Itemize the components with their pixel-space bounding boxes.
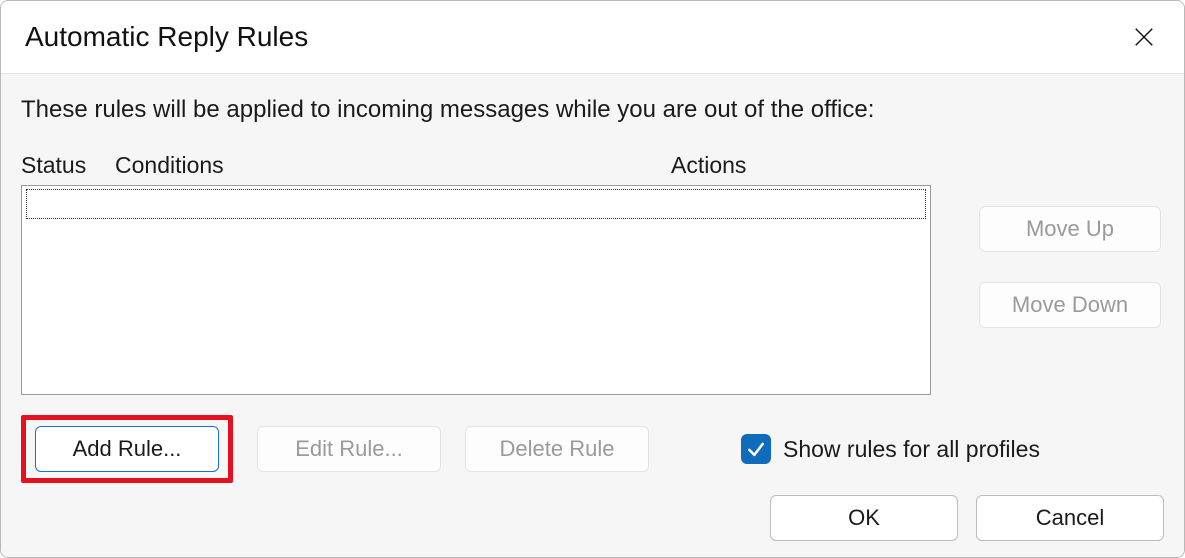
ok-button[interactable]: OK — [770, 495, 958, 541]
show-all-checkbox-label: Show rules for all profiles — [783, 436, 1040, 463]
edit-rule-button[interactable]: Edit Rule... — [257, 426, 441, 472]
rule-action-row: Add Rule... Edit Rule... Delete Rule Sho… — [21, 415, 1164, 483]
rules-column: Status Conditions Actions — [21, 152, 931, 395]
show-all-checkbox-wrap: Show rules for all profiles — [741, 434, 1040, 464]
close-button[interactable] — [1124, 17, 1164, 57]
intro-text: These rules will be applied to incoming … — [21, 96, 1164, 124]
dialog-window: Automatic Reply Rules These rules will b… — [0, 0, 1185, 558]
column-headers: Status Conditions Actions — [21, 152, 931, 179]
add-rule-button[interactable]: Add Rule... — [35, 426, 219, 472]
list-area: Status Conditions Actions Move Up Move D… — [21, 152, 1164, 395]
delete-rule-button[interactable]: Delete Rule — [465, 426, 649, 472]
titlebar: Automatic Reply Rules — [1, 1, 1184, 74]
header-conditions: Conditions — [115, 152, 671, 179]
move-up-button[interactable]: Move Up — [979, 206, 1161, 252]
show-all-checkbox[interactable] — [741, 434, 771, 464]
cancel-button[interactable]: Cancel — [976, 495, 1164, 541]
close-icon — [1133, 26, 1155, 48]
header-status: Status — [21, 152, 115, 179]
dialog-title: Automatic Reply Rules — [25, 21, 1124, 53]
checkmark-icon — [746, 439, 766, 459]
dialog-body: These rules will be applied to incoming … — [1, 74, 1184, 558]
move-down-button[interactable]: Move Down — [979, 282, 1161, 328]
dialog-footer: OK Cancel — [770, 495, 1164, 541]
rules-list-focus-row[interactable] — [26, 189, 926, 219]
highlight-add-rule: Add Rule... — [21, 415, 233, 483]
reorder-buttons: Move Up Move Down — [979, 206, 1161, 328]
header-actions: Actions — [671, 152, 931, 179]
rules-listbox[interactable] — [21, 185, 931, 395]
